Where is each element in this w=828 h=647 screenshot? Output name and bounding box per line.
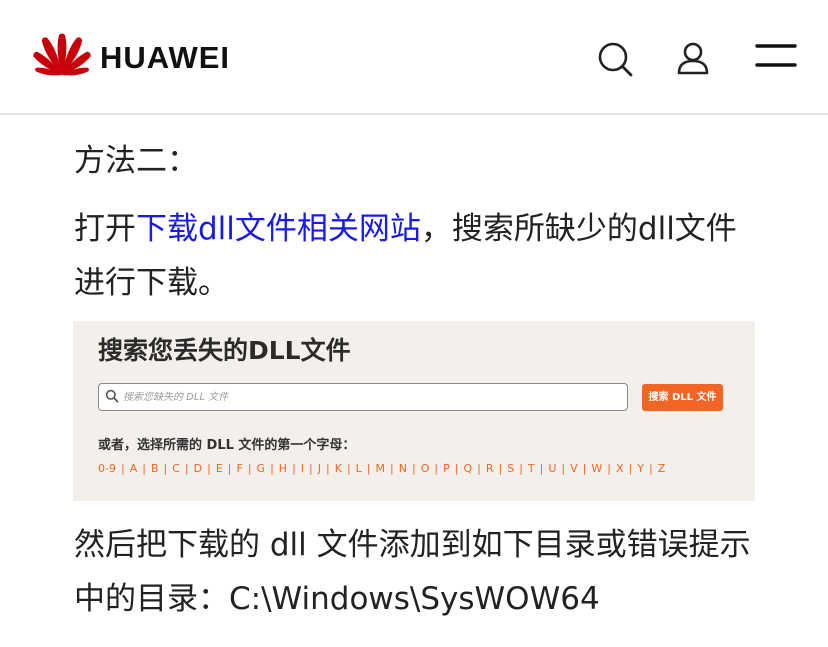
letter-link[interactable]: D (194, 462, 202, 475)
letter-link[interactable]: P (443, 462, 450, 475)
letter-separator: | (292, 462, 296, 475)
section-heading: 方法二： (74, 143, 198, 179)
letter-link[interactable]: Z (658, 462, 666, 475)
letter-separator: | (184, 462, 189, 475)
letter-separator: | (346, 462, 351, 475)
letter-separator: | (207, 462, 211, 475)
letter-link[interactable]: M (376, 462, 386, 475)
dll-site-link[interactable]: 下载dll文件相关网站 (136, 211, 421, 247)
alphabet-label: 或者，选择所需的 DLL 文件的第一个字母： (98, 438, 356, 453)
search-icon[interactable] (596, 40, 638, 82)
huawei-logo-icon[interactable] (32, 31, 92, 77)
menu-icon[interactable] (755, 40, 799, 82)
search-icon (105, 389, 119, 403)
letter-link[interactable]: F (236, 462, 242, 475)
letter-separator: | (434, 462, 439, 475)
letter-separator: | (227, 462, 232, 475)
letter-link[interactable]: Y (637, 462, 644, 475)
letter-separator: | (498, 462, 503, 475)
letter-separator: | (539, 462, 544, 475)
letter-link[interactable]: C (172, 462, 180, 475)
brand-name[interactable]: HUAWEI (100, 38, 230, 78)
paragraph-install: 然后把下载的 dll 文件添加到如下目录或错误提示中的目录：C:\Windows… (74, 527, 751, 617)
letter-separator: | (582, 462, 587, 475)
letter-separator: | (411, 462, 416, 475)
site-header: HUAWEI (0, 0, 828, 115)
letter-link[interactable]: H (279, 462, 287, 475)
letter-separator: | (247, 462, 252, 475)
dll-search-input[interactable] (123, 387, 613, 407)
letter-separator: | (120, 462, 125, 475)
paragraph-download: 打开下载dll文件相关网站，搜索所缺少的dll文件进行下载。 (74, 202, 764, 310)
letter-link[interactable]: 0-9 (98, 462, 116, 475)
letter-separator: | (366, 462, 371, 475)
alphabet-index: 0-9 | A | B | C | D | E | F | G | H | I | J | K | L | M | N | O | P | Q | R |… (98, 461, 665, 477)
letter-separator: | (454, 462, 459, 475)
letter-separator: | (628, 462, 633, 475)
letter-separator: | (519, 462, 523, 475)
letter-link[interactable]: K (335, 462, 342, 475)
letter-separator: | (607, 462, 611, 475)
letter-link[interactable]: Q (463, 462, 472, 475)
panel-title: 搜索您丢失的DLL文件 (98, 336, 351, 365)
letter-link[interactable]: X (616, 462, 624, 475)
letter-separator: | (390, 462, 394, 475)
letter-separator: | (649, 462, 653, 475)
dll-search-panel: 搜索您丢失的DLL文件 搜索 DLL 文件 或者，选择所需的 DLL 文件的第一… (73, 321, 755, 501)
letter-link[interactable]: T (528, 462, 535, 475)
letter-separator: | (142, 462, 146, 475)
letter-link[interactable]: W (591, 462, 602, 475)
search-field[interactable] (98, 383, 628, 411)
letter-link[interactable]: V (570, 462, 578, 475)
user-icon[interactable] (673, 40, 715, 82)
letter-link[interactable]: N (399, 462, 407, 475)
letter-link[interactable]: E (216, 462, 223, 475)
letter-separator: | (326, 462, 330, 475)
letter-separator: | (163, 462, 168, 475)
letter-link[interactable]: G (257, 462, 266, 475)
letter-separator: | (477, 462, 481, 475)
search-dll-button[interactable]: 搜索 DLL 文件 (642, 384, 723, 411)
letter-separator: | (561, 462, 566, 475)
letter-separator: | (270, 462, 274, 475)
letter-link[interactable]: L (356, 462, 362, 475)
letter-separator: | (309, 462, 313, 475)
paragraph-text: 打开 (74, 211, 136, 247)
